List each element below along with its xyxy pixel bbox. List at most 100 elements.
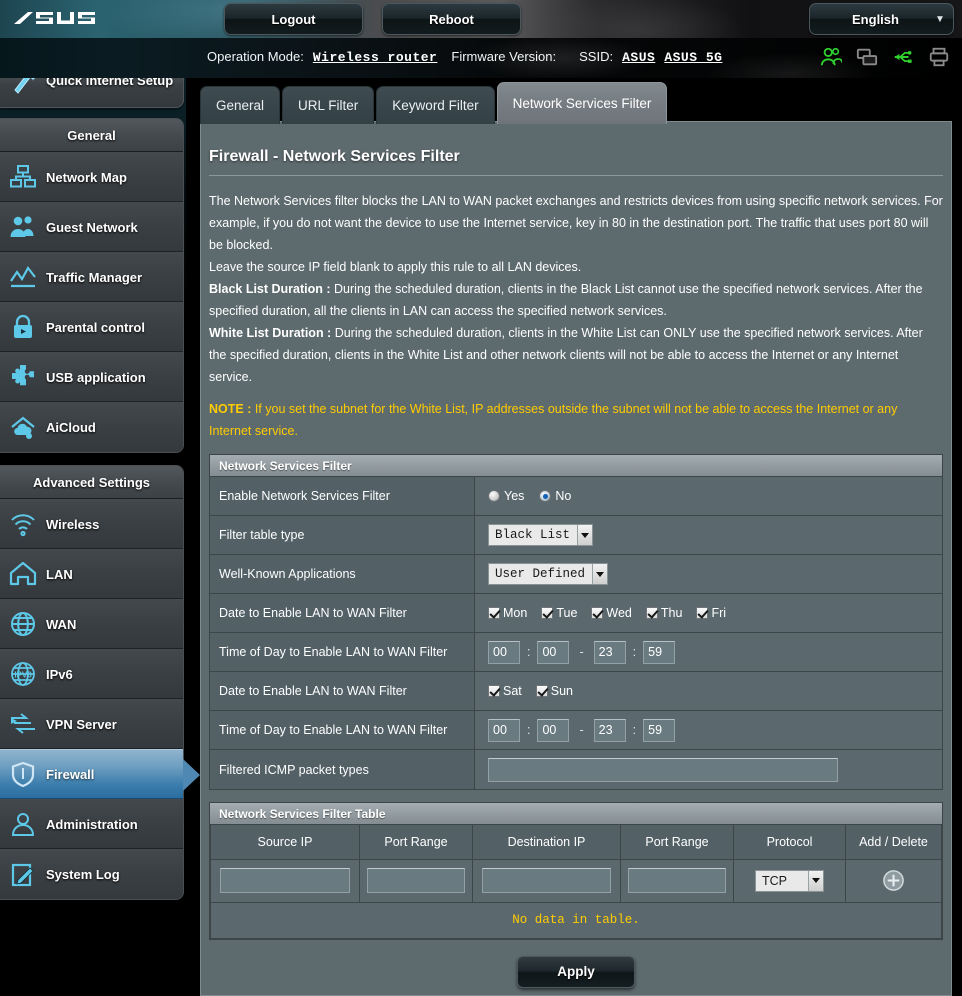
sidebar-label-guest-network: Guest Network	[46, 219, 138, 235]
sidebar-item-parental-control[interactable]: Parental control	[0, 302, 183, 352]
checkbox-fri[interactable]: Fri	[696, 606, 726, 620]
sidebar-item-wan[interactable]: WAN	[0, 599, 183, 649]
sidebar-item-administration[interactable]: Administration	[0, 799, 183, 849]
row-time-weekend: Time of Day to Enable LAN to WAN Filter …	[210, 711, 942, 750]
port-range-2-input[interactable]	[627, 868, 727, 893]
apply-button[interactable]: Apply	[517, 955, 635, 988]
printer-icon[interactable]	[928, 46, 950, 68]
sidebar-label-parental-control: Parental control	[46, 319, 145, 335]
sidebar-item-ipv6[interactable]: IPV6 IPv6	[0, 649, 183, 699]
weekend-end-minute-input[interactable]	[643, 718, 676, 742]
column-source-ip: Source IP	[210, 825, 360, 860]
desc-spacer	[209, 388, 943, 398]
lan-icon	[0, 560, 46, 588]
settings-panel-title: Network Services Filter	[210, 455, 942, 477]
tab-general[interactable]: General	[200, 86, 281, 124]
router-info-text: Operation Mode: Wireless router Firmware V…	[207, 49, 722, 65]
weekend-end-hour-input[interactable]	[593, 718, 626, 742]
checkbox-mon[interactable]: Mon	[488, 606, 527, 620]
checkbox-thu[interactable]: Thu	[645, 606, 682, 620]
weekday-end-minute-input[interactable]	[643, 640, 676, 664]
cell-destination-ip	[472, 858, 621, 903]
language-selector[interactable]: English ▼	[809, 3, 954, 35]
reboot-button[interactable]: Reboot	[382, 3, 521, 35]
radio-enable-yes[interactable]: Yes	[488, 489, 524, 503]
weekday-start-minute-input[interactable]	[537, 640, 570, 664]
weekend-start-hour-input[interactable]	[488, 718, 520, 742]
row-filtered-icmp: Filtered ICMP packet types	[210, 750, 942, 789]
radio-no-label: No	[555, 489, 572, 503]
label-date-weekdays: Date to Enable LAN to WAN Filter	[210, 594, 475, 632]
label-filter-table-type: Filter table type	[210, 516, 475, 554]
label-enable-filter: Enable Network Services Filter	[210, 477, 475, 515]
firewall-icon	[0, 760, 46, 788]
radio-no-indicator	[539, 490, 552, 502]
time-separator: :	[527, 723, 531, 737]
source-ip-input[interactable]	[219, 868, 351, 893]
clients-icon[interactable]	[820, 46, 842, 68]
filter-table-panel-title: Network Services Filter Table	[210, 803, 942, 825]
sidebar-label-usb-application: USB application	[46, 369, 146, 385]
tab-network-services-filter[interactable]: Network Services Filter	[496, 82, 668, 124]
apply-button-container: Apply	[201, 955, 951, 988]
checkbox-tue[interactable]: Tue	[541, 606, 577, 620]
checkbox-thu-indicator	[645, 607, 658, 619]
logout-button[interactable]: Logout	[224, 3, 363, 35]
usb-application-icon	[0, 363, 46, 391]
sidebar-item-network-map[interactable]: Network Map	[0, 152, 183, 202]
checkbox-sun[interactable]: Sun	[535, 684, 573, 698]
usb-icon[interactable]	[892, 46, 914, 68]
sidebar-item-firewall[interactable]: Firewall	[0, 749, 200, 799]
add-circle-icon[interactable]	[882, 869, 905, 892]
row-well-known-applications: Well-Known Applications User Defined	[210, 555, 942, 594]
tab-bar: General URL Filter Keyword Filter Networ…	[200, 82, 668, 124]
network-services-filter-panel: Network Services Filter Enable Network S…	[209, 454, 943, 790]
radio-enable-no[interactable]: No	[539, 489, 571, 503]
column-destination-ip: Destination IP	[472, 825, 621, 860]
svg-text:IPV6: IPV6	[14, 671, 32, 680]
weekday-end-hour-input[interactable]	[593, 640, 626, 664]
destination-ip-input[interactable]	[481, 868, 612, 893]
sidebar-item-traffic-manager[interactable]: Traffic Manager	[0, 252, 183, 302]
checkbox-sun-indicator	[535, 685, 548, 697]
network-services-filter-table-panel: Network Services Filter Table Source IP …	[209, 802, 943, 940]
filtered-icmp-input[interactable]	[488, 757, 838, 782]
weekday-start-hour-input[interactable]	[488, 640, 520, 664]
description-block: The Network Services filter blocks the L…	[209, 190, 943, 442]
sidebar-label-network-map: Network Map	[46, 169, 127, 185]
ssid-value-24g[interactable]: ASUS	[622, 50, 655, 65]
status-icon-group	[820, 46, 950, 68]
value-enable-filter: Yes No	[475, 477, 942, 515]
tab-keyword-filter[interactable]: Keyword Filter	[376, 86, 495, 124]
devices-icon[interactable]	[856, 46, 878, 68]
port-range-1-input[interactable]	[366, 868, 466, 893]
protocol-select[interactable]: TCP	[755, 869, 824, 892]
sidebar-item-wireless[interactable]: Wireless	[0, 499, 183, 549]
white-list-duration-label: White List Duration :	[209, 326, 332, 340]
well-known-applications-select[interactable]: User Defined	[488, 563, 609, 585]
table-header-row: Source IP Port Range Destination IP Port…	[210, 825, 942, 860]
tab-url-filter[interactable]: URL Filter	[282, 86, 375, 124]
asus-logo[interactable]	[12, 8, 108, 30]
checkbox-sat[interactable]: Sat	[488, 684, 522, 698]
filter-table-type-select[interactable]: Black List	[488, 524, 594, 546]
value-time-weekend: : - :	[475, 711, 942, 749]
checkbox-wed-indicator	[591, 607, 604, 619]
checkbox-tue-indicator	[541, 607, 554, 619]
empty-message: No data in table.	[210, 901, 942, 939]
operation-mode-value[interactable]: Wireless router	[313, 50, 438, 65]
sidebar-item-vpn-server[interactable]: VPN Server	[0, 699, 183, 749]
weekend-start-minute-input[interactable]	[537, 718, 570, 742]
sidebar-item-usb-application[interactable]: USB application	[0, 352, 183, 402]
checkbox-wed[interactable]: Wed	[591, 606, 632, 620]
row-date-weekend: Date to Enable LAN to WAN Filter Sat Sun	[210, 672, 942, 711]
ssid-value-5g[interactable]: ASUS_5G	[664, 50, 722, 65]
sidebar-item-guest-network[interactable]: Guest Network	[0, 202, 183, 252]
checkbox-sat-label: Sat	[503, 684, 522, 698]
cell-source-ip	[210, 858, 360, 903]
sidebar-item-aicloud[interactable]: AiCloud	[0, 402, 183, 452]
table-input-row: TCP	[210, 858, 942, 903]
sidebar-item-lan[interactable]: LAN	[0, 549, 183, 599]
desc-paragraph-1: The Network Services filter blocks the L…	[209, 194, 943, 252]
sidebar-item-system-log[interactable]: System Log	[0, 849, 183, 899]
